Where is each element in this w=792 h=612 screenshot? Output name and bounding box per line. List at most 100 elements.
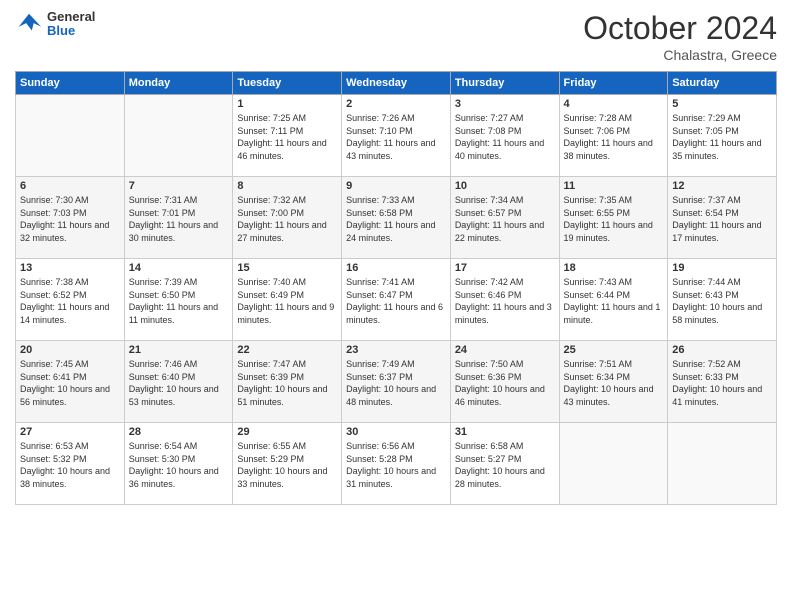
daylight-text: Daylight: 10 hours and 41 minutes.	[672, 384, 762, 407]
sunrise-text: Sunrise: 7:34 AM	[455, 195, 524, 205]
sunset-text: Sunset: 6:49 PM	[237, 290, 304, 300]
cell-info: Sunrise: 7:34 AM Sunset: 6:57 PM Dayligh…	[455, 194, 555, 244]
day-number: 4	[564, 98, 664, 110]
sunrise-text: Sunrise: 7:37 AM	[672, 195, 741, 205]
logo-bird-icon	[15, 10, 43, 38]
calendar-cell: 20 Sunrise: 7:45 AM Sunset: 6:41 PM Dayl…	[16, 341, 125, 423]
sunrise-text: Sunrise: 6:55 AM	[237, 441, 306, 451]
sunset-text: Sunset: 6:34 PM	[564, 372, 631, 382]
day-number: 17	[455, 262, 555, 274]
cell-info: Sunrise: 7:30 AM Sunset: 7:03 PM Dayligh…	[20, 194, 120, 244]
calendar-cell: 18 Sunrise: 7:43 AM Sunset: 6:44 PM Dayl…	[559, 259, 668, 341]
daylight-text: Daylight: 10 hours and 56 minutes.	[20, 384, 110, 407]
col-friday: Friday	[559, 72, 668, 95]
cell-info: Sunrise: 7:26 AM Sunset: 7:10 PM Dayligh…	[346, 112, 446, 162]
sunrise-text: Sunrise: 7:47 AM	[237, 359, 306, 369]
sunrise-text: Sunrise: 7:39 AM	[129, 277, 198, 287]
calendar-cell	[668, 423, 777, 505]
page: General Blue October 2024 Chalastra, Gre…	[0, 0, 792, 612]
logo-text: General Blue	[47, 10, 95, 39]
month-title: October 2024	[583, 10, 777, 47]
daylight-text: Daylight: 11 hours and 40 minutes.	[455, 138, 544, 161]
day-number: 6	[20, 180, 120, 192]
daylight-text: Daylight: 11 hours and 19 minutes.	[564, 220, 653, 243]
day-number: 15	[237, 262, 337, 274]
cell-info: Sunrise: 7:38 AM Sunset: 6:52 PM Dayligh…	[20, 276, 120, 326]
sunset-text: Sunset: 5:27 PM	[455, 454, 522, 464]
location: Chalastra, Greece	[583, 47, 777, 63]
sunrise-text: Sunrise: 7:45 AM	[20, 359, 89, 369]
cell-info: Sunrise: 6:56 AM Sunset: 5:28 PM Dayligh…	[346, 440, 446, 490]
cell-info: Sunrise: 7:35 AM Sunset: 6:55 PM Dayligh…	[564, 194, 664, 244]
daylight-text: Daylight: 11 hours and 9 minutes.	[237, 302, 334, 325]
day-number: 26	[672, 344, 772, 356]
sunset-text: Sunset: 6:47 PM	[346, 290, 413, 300]
sunset-text: Sunset: 6:58 PM	[346, 208, 413, 218]
cell-info: Sunrise: 7:52 AM Sunset: 6:33 PM Dayligh…	[672, 358, 772, 408]
day-number: 3	[455, 98, 555, 110]
calendar-cell: 10 Sunrise: 7:34 AM Sunset: 6:57 PM Dayl…	[450, 177, 559, 259]
sunset-text: Sunset: 6:55 PM	[564, 208, 631, 218]
cell-info: Sunrise: 7:44 AM Sunset: 6:43 PM Dayligh…	[672, 276, 772, 326]
daylight-text: Daylight: 11 hours and 27 minutes.	[237, 220, 326, 243]
col-saturday: Saturday	[668, 72, 777, 95]
daylight-text: Daylight: 11 hours and 22 minutes.	[455, 220, 544, 243]
sunset-text: Sunset: 6:57 PM	[455, 208, 522, 218]
col-tuesday: Tuesday	[233, 72, 342, 95]
sunset-text: Sunset: 6:33 PM	[672, 372, 739, 382]
header-row: Sunday Monday Tuesday Wednesday Thursday…	[16, 72, 777, 95]
daylight-text: Daylight: 11 hours and 32 minutes.	[20, 220, 109, 243]
daylight-text: Daylight: 11 hours and 14 minutes.	[20, 302, 109, 325]
day-number: 7	[129, 180, 229, 192]
cell-info: Sunrise: 6:55 AM Sunset: 5:29 PM Dayligh…	[237, 440, 337, 490]
day-number: 21	[129, 344, 229, 356]
sunrise-text: Sunrise: 7:33 AM	[346, 195, 415, 205]
sunset-text: Sunset: 6:46 PM	[455, 290, 522, 300]
cell-info: Sunrise: 7:43 AM Sunset: 6:44 PM Dayligh…	[564, 276, 664, 326]
sunset-text: Sunset: 5:29 PM	[237, 454, 304, 464]
daylight-text: Daylight: 11 hours and 1 minute.	[564, 302, 661, 325]
day-number: 22	[237, 344, 337, 356]
day-number: 20	[20, 344, 120, 356]
header: General Blue October 2024 Chalastra, Gre…	[15, 10, 777, 63]
sunset-text: Sunset: 7:05 PM	[672, 126, 739, 136]
calendar-cell: 1 Sunrise: 7:25 AM Sunset: 7:11 PM Dayli…	[233, 95, 342, 177]
sunrise-text: Sunrise: 6:54 AM	[129, 441, 198, 451]
sunrise-text: Sunrise: 6:53 AM	[20, 441, 89, 451]
sunrise-text: Sunrise: 7:35 AM	[564, 195, 633, 205]
daylight-text: Daylight: 10 hours and 36 minutes.	[129, 466, 219, 489]
cell-info: Sunrise: 6:54 AM Sunset: 5:30 PM Dayligh…	[129, 440, 229, 490]
calendar-cell: 14 Sunrise: 7:39 AM Sunset: 6:50 PM Dayl…	[124, 259, 233, 341]
day-number: 10	[455, 180, 555, 192]
calendar-cell: 26 Sunrise: 7:52 AM Sunset: 6:33 PM Dayl…	[668, 341, 777, 423]
sunset-text: Sunset: 5:30 PM	[129, 454, 196, 464]
sunrise-text: Sunrise: 6:56 AM	[346, 441, 415, 451]
calendar-cell: 19 Sunrise: 7:44 AM Sunset: 6:43 PM Dayl…	[668, 259, 777, 341]
calendar-cell: 5 Sunrise: 7:29 AM Sunset: 7:05 PM Dayli…	[668, 95, 777, 177]
calendar-cell: 16 Sunrise: 7:41 AM Sunset: 6:47 PM Dayl…	[342, 259, 451, 341]
daylight-text: Daylight: 10 hours and 58 minutes.	[672, 302, 762, 325]
day-number: 19	[672, 262, 772, 274]
calendar-cell: 15 Sunrise: 7:40 AM Sunset: 6:49 PM Dayl…	[233, 259, 342, 341]
sunset-text: Sunset: 6:36 PM	[455, 372, 522, 382]
title-block: October 2024 Chalastra, Greece	[583, 10, 777, 63]
calendar-week-4: 20 Sunrise: 7:45 AM Sunset: 6:41 PM Dayl…	[16, 341, 777, 423]
daylight-text: Daylight: 10 hours and 48 minutes.	[346, 384, 436, 407]
day-number: 1	[237, 98, 337, 110]
sunset-text: Sunset: 7:00 PM	[237, 208, 304, 218]
sunset-text: Sunset: 6:39 PM	[237, 372, 304, 382]
cell-info: Sunrise: 7:40 AM Sunset: 6:49 PM Dayligh…	[237, 276, 337, 326]
cell-info: Sunrise: 7:27 AM Sunset: 7:08 PM Dayligh…	[455, 112, 555, 162]
day-number: 18	[564, 262, 664, 274]
day-number: 8	[237, 180, 337, 192]
sunset-text: Sunset: 6:43 PM	[672, 290, 739, 300]
calendar-cell: 4 Sunrise: 7:28 AM Sunset: 7:06 PM Dayli…	[559, 95, 668, 177]
sunset-text: Sunset: 6:41 PM	[20, 372, 87, 382]
day-number: 13	[20, 262, 120, 274]
day-number: 5	[672, 98, 772, 110]
sunrise-text: Sunrise: 7:26 AM	[346, 113, 415, 123]
calendar-table: Sunday Monday Tuesday Wednesday Thursday…	[15, 71, 777, 505]
cell-info: Sunrise: 7:42 AM Sunset: 6:46 PM Dayligh…	[455, 276, 555, 326]
calendar-week-2: 6 Sunrise: 7:30 AM Sunset: 7:03 PM Dayli…	[16, 177, 777, 259]
daylight-text: Daylight: 11 hours and 24 minutes.	[346, 220, 435, 243]
